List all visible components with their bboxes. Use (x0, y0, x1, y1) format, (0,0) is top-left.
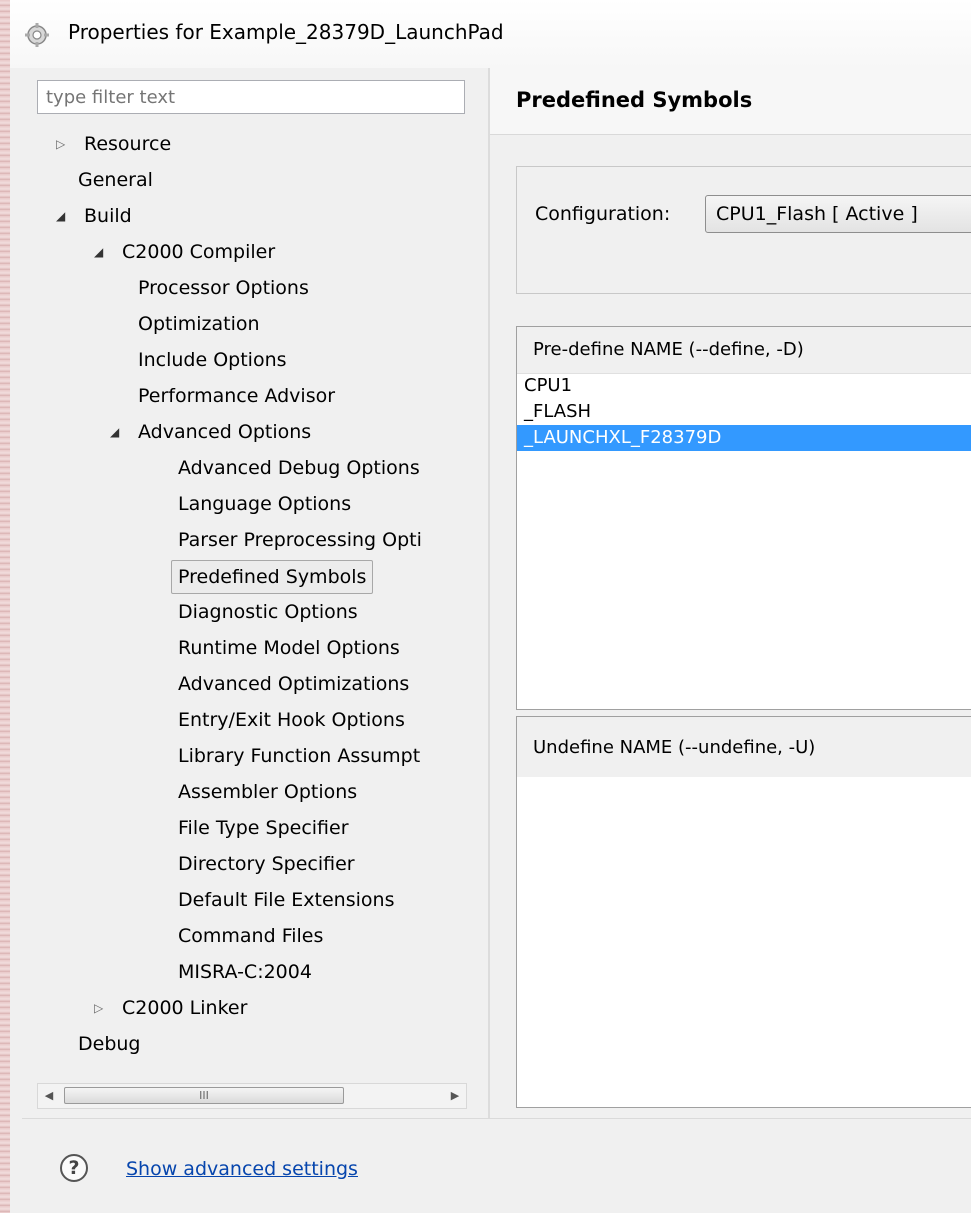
tree-item-label: Advanced Options (138, 421, 312, 443)
tree-item-label: Processor Options (138, 277, 309, 299)
tree-item-label: Predefined Symbols (171, 560, 374, 594)
show-advanced-settings-link[interactable]: Show advanced settings (126, 1158, 358, 1180)
tree-item-label: Assembler Options (178, 781, 358, 803)
configuration-select[interactable]: CPU1_Flash [ Active ] (705, 195, 971, 233)
properties-gear-icon (25, 23, 49, 47)
tree-item-label: Advanced Debug Options (178, 457, 420, 479)
tree-item-label: Entry/Exit Hook Options (178, 709, 405, 731)
properties-dialog: ▷ Resource General ◢ Build ◢ C2000 Compiler Pro… (22, 68, 971, 1213)
predefine-list-box: Pre-define NAME (--define, -D) CPU1 _FLAS… (516, 326, 971, 710)
property-page: Predefined Symbols Configuration: CPU1_F… (490, 68, 971, 1118)
tree-item-label: Directory Specifier (178, 853, 355, 875)
tree-item-label: Parser Preprocessing Opti (178, 529, 422, 551)
configuration-group: Configuration: CPU1_Flash [ Active ] (516, 166, 971, 294)
tree-item-label: C2000 Compiler (122, 241, 276, 263)
predefine-header-label: Pre-define NAME (--define, -D) (533, 339, 804, 360)
tree-item-label: Library Function Assumpt (178, 745, 421, 767)
expanded-arrow-icon[interactable]: ◢ (110, 416, 124, 448)
tree-item-label: C2000 Linker (122, 997, 248, 1019)
define-item[interactable]: _LAUNCHXL_F28379D (517, 425, 971, 451)
tree-item-label: File Type Specifier (178, 817, 349, 839)
tree-item-label: Resource (84, 133, 172, 155)
undefine-header: Undefine NAME (--undefine, -U) (517, 717, 971, 777)
tree-item-label: Diagnostic Options (178, 601, 358, 623)
help-icon[interactable]: ? (60, 1154, 88, 1182)
tree-item-label: Runtime Model Options (178, 637, 400, 659)
predefine-list: CPU1 _FLASH _LAUNCHXL_F28379D (517, 373, 971, 451)
tree-item-label: Build (84, 205, 132, 227)
page-title: Predefined Symbols (516, 88, 753, 112)
tree-item-label: Advanced Optimizations (178, 673, 410, 695)
scroll-thumb[interactable]: III (64, 1087, 344, 1104)
window-frame-edge (0, 0, 10, 1213)
tree-item-label: Command Files (178, 925, 324, 947)
footer-separator (22, 1118, 971, 1119)
predefine-header: Pre-define NAME (--define, -D) (517, 327, 971, 374)
tree-item-label: General (78, 169, 153, 191)
expanded-arrow-icon[interactable]: ◢ (56, 200, 70, 232)
window-title: Properties for Example_28379D_LaunchPad (68, 20, 504, 44)
define-item[interactable]: _FLASH (517, 399, 971, 425)
page-header: Predefined Symbols (490, 68, 971, 135)
undefine-list-box: Undefine NAME (--undefine, -U) (516, 716, 971, 1108)
collapsed-arrow-icon[interactable]: ▷ (56, 128, 70, 160)
tree-item-label: Optimization (138, 313, 260, 335)
tree-item-label: Include Options (138, 349, 287, 371)
navigation-pane: ▷ Resource General ◢ Build ◢ C2000 Compiler Pro… (22, 68, 487, 1118)
tree-item-label: Language Options (178, 493, 352, 515)
expanded-arrow-icon[interactable]: ◢ (94, 236, 108, 268)
tree-item-label: Debug (78, 1033, 141, 1055)
undefine-header-label: Undefine NAME (--undefine, -U) (533, 737, 816, 758)
title-bar[interactable]: Properties for Example_28379D_LaunchPad (10, 0, 971, 68)
tree-item-label: MISRA-C:2004 (178, 961, 312, 983)
tree-item-label: Performance Advisor (138, 385, 336, 407)
configuration-label: Configuration: (535, 203, 671, 225)
scroll-left-icon[interactable]: ◀ (38, 1084, 60, 1108)
filter-input[interactable] (37, 80, 465, 114)
scroll-right-icon[interactable]: ▶ (444, 1084, 466, 1108)
horizontal-scrollbar[interactable]: ◀ III ▶ (37, 1083, 467, 1109)
tree-item-label: Default File Extensions (178, 889, 395, 911)
define-item[interactable]: CPU1 (517, 373, 971, 399)
collapsed-arrow-icon[interactable]: ▷ (94, 992, 108, 1024)
